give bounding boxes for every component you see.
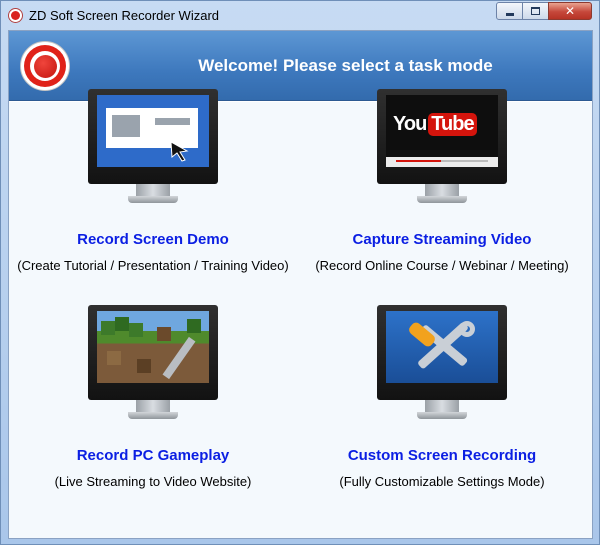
- minimize-button[interactable]: [496, 2, 523, 20]
- minimize-icon: [505, 12, 514, 16]
- task-subtitle: (Create Tutorial / Presentation / Traini…: [17, 258, 289, 273]
- youtube-logo-icon: You Tube: [393, 113, 477, 136]
- wrench-screwdriver-icon: [386, 311, 498, 383]
- screen-demo-monitor-icon[interactable]: [88, 89, 218, 209]
- logo-you: You: [393, 113, 427, 135]
- window-title: ZD Soft Screen Recorder Wizard: [29, 8, 220, 23]
- app-icon[interactable]: [8, 8, 23, 23]
- task-subtitle: (Live Streaming to Video Website): [54, 474, 252, 489]
- close-button[interactable]: ✕: [548, 2, 592, 20]
- sword-icon: [162, 336, 196, 380]
- task-record-pc-gameplay[interactable]: Record PC Gameplay (Live Streaming to Vi…: [8, 305, 298, 489]
- video-controls: [386, 157, 498, 167]
- streaming-video-monitor-icon[interactable]: You Tube: [377, 89, 507, 209]
- task-title[interactable]: Custom Screen Recording: [297, 447, 587, 464]
- task-title[interactable]: Capture Streaming Video: [297, 231, 587, 248]
- title-bar[interactable]: ZD Soft Screen Recorder Wizard ✕: [1, 1, 599, 31]
- tools-monitor-icon[interactable]: [377, 305, 507, 425]
- window-controls: ✕: [496, 2, 592, 20]
- task-custom-screen-recording[interactable]: Custom Screen Recording (Fully Customiza…: [297, 305, 587, 489]
- maximize-icon: [531, 7, 540, 15]
- gameplay-monitor-icon[interactable]: [88, 305, 218, 425]
- task-title[interactable]: Record PC Gameplay: [8, 447, 298, 464]
- record-icon: [20, 41, 70, 91]
- task-subtitle: (Fully Customizable Settings Mode): [339, 474, 545, 489]
- maximize-button[interactable]: [522, 2, 549, 20]
- task-subtitle: (Record Online Course / Webinar / Meetin…: [315, 258, 569, 273]
- task-record-screen-demo[interactable]: Record Screen Demo (Create Tutorial / Pr…: [8, 89, 298, 273]
- task-capture-streaming-video[interactable]: You Tube Capture Streaming Video (Record…: [297, 89, 587, 273]
- welcome-heading: Welcome! Please select a task mode: [198, 56, 493, 75]
- wizard-window: ZD Soft Screen Recorder Wizard ✕ Welcome…: [0, 0, 600, 545]
- task-title[interactable]: Record Screen Demo: [8, 231, 298, 248]
- cursor-icon: [170, 141, 189, 162]
- logo-tube: Tube: [428, 113, 477, 136]
- close-icon: ✕: [564, 4, 576, 18]
- game-scene-icon: [97, 311, 209, 383]
